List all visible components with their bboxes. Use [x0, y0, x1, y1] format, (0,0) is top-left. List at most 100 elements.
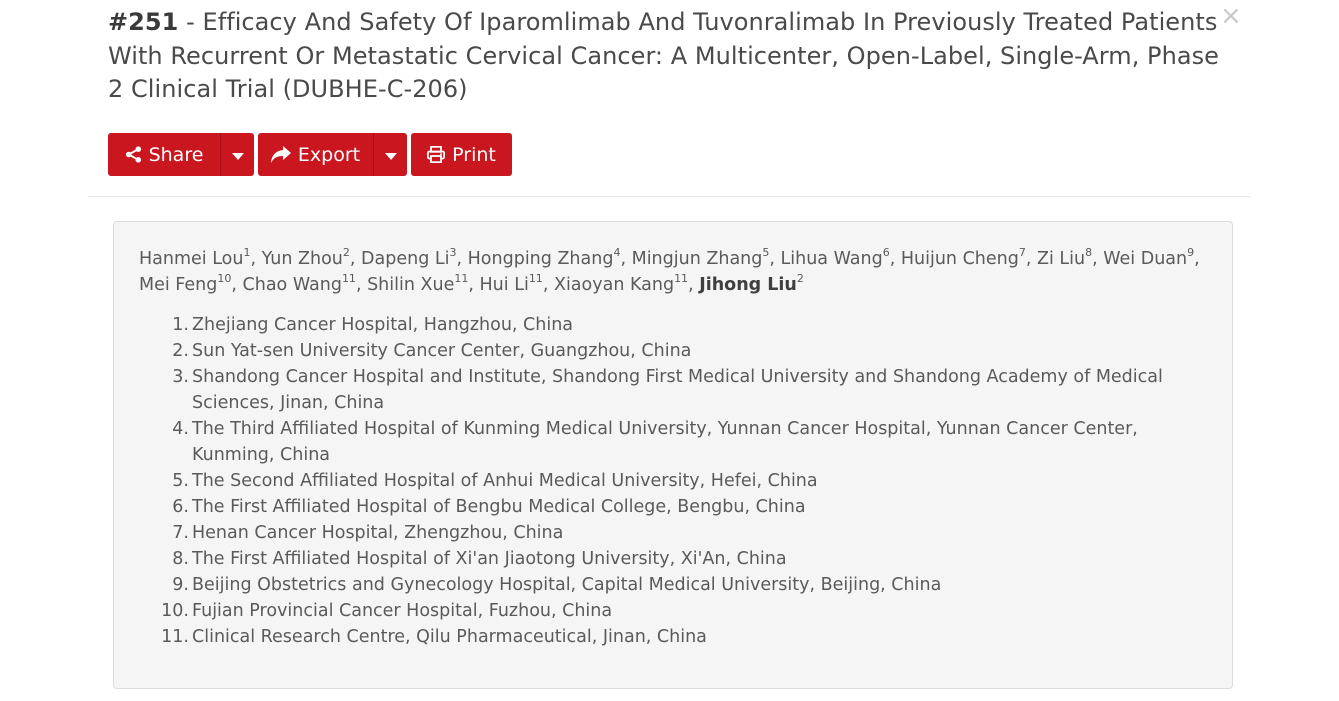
author-name: Hui Li: [479, 275, 529, 295]
author-name: Dapeng Li: [361, 249, 450, 269]
author-affiliation-ref: 9: [1187, 246, 1195, 260]
author-name: Mingjun Zhang: [631, 249, 763, 269]
share-button-label: Share: [148, 143, 204, 166]
author-name: Zi Liu: [1037, 249, 1086, 269]
abstract-number: #251: [108, 8, 179, 36]
author-entry: Zi Liu8: [1037, 246, 1093, 269]
author-name: Jihong Liu: [699, 275, 797, 295]
author-affiliation-ref: 10: [217, 272, 232, 286]
affiliation-number: 7.: [172, 523, 189, 543]
affiliation-number: 4.: [172, 419, 189, 439]
affiliation-item: 2. Sun Yat-sen University Cancer Center, …: [139, 338, 1209, 364]
author-entry: Xiaoyan Kang11: [553, 272, 689, 295]
author-list: Hanmei Lou1, Yun Zhou2, Dapeng Li3, Hong…: [139, 246, 1200, 295]
author-affiliation-ref: 8: [1085, 246, 1093, 260]
author-entry: Dapeng Li3: [361, 246, 457, 269]
share-icon: [125, 146, 142, 163]
author-affiliation-ref: 3: [449, 246, 457, 260]
caret-down-icon: [384, 144, 397, 166]
share-button[interactable]: Share: [108, 133, 220, 176]
author-affiliation-ref: 11: [674, 272, 689, 286]
author-affiliation-ref: 11: [528, 272, 543, 286]
affiliation-number: 8.: [172, 549, 189, 569]
affiliation-item: 6. The First Affiliated Hospital of Bengb…: [139, 494, 1209, 520]
affiliation-item: 11. Clinical Research Centre, Qilu Pharma…: [139, 624, 1209, 650]
author-entry: Lihua Wang6: [780, 246, 890, 269]
author-entry: Hui Li11: [479, 272, 543, 295]
affiliation-list: 1. Zhejiang Cancer Hospital, Hangzhou, Ch…: [139, 312, 1209, 650]
affiliation-number: 9.: [172, 575, 189, 595]
author-name: Hanmei Lou: [139, 249, 244, 269]
author-name: Huijun Cheng: [900, 249, 1019, 269]
author-name: Lihua Wang: [780, 249, 883, 269]
affiliation-text: Beijing Obstetrics and Gynecology Hospit…: [192, 575, 942, 595]
author-entry: Chao Wang11: [242, 272, 356, 295]
share-dropdown-toggle[interactable]: [220, 133, 254, 176]
abstract-title: #251 - Efficacy And Safety Of Iparomlima…: [108, 6, 1220, 107]
author-name: Hongping Zhang: [467, 249, 614, 269]
author-entry: Hongping Zhang4: [467, 246, 621, 269]
author-name: Chao Wang: [242, 275, 342, 295]
author-affiliation-ref: 6: [882, 246, 890, 260]
affiliation-number: 10.: [161, 601, 189, 621]
export-arrow-icon: [270, 146, 291, 163]
print-button-group: Print: [411, 133, 512, 176]
affiliation-item: 7. Henan Cancer Hospital, Zhengzhou, Chin…: [139, 520, 1209, 546]
affiliation-number: 6.: [172, 497, 189, 517]
header-divider: [88, 196, 1250, 197]
author-entry: Jihong Liu2: [699, 272, 804, 295]
close-icon[interactable]: ×: [1220, 3, 1242, 29]
author-affiliation-ref: 11: [454, 272, 469, 286]
author-entry: Mei Feng10: [139, 272, 232, 295]
author-affiliation-ref: 4: [613, 246, 621, 260]
author-entry: Hanmei Lou1: [139, 246, 251, 269]
affiliation-text: The First Affiliated Hospital of Xi'an J…: [192, 549, 787, 569]
affiliation-number: 1.: [172, 315, 189, 335]
affiliation-item: 8. The First Affiliated Hospital of Xi'an…: [139, 546, 1209, 572]
affiliation-text: The Third Affiliated Hospital of Kunming…: [192, 419, 1138, 465]
affiliation-item: 10. Fujian Provincial Cancer Hospital, Fu…: [139, 598, 1209, 624]
author-name: Xiaoyan Kang: [553, 275, 675, 295]
author-entry: Huijun Cheng7: [900, 246, 1026, 269]
affiliation-item: 1. Zhejiang Cancer Hospital, Hangzhou, Ch…: [139, 312, 1209, 338]
export-button-label: Export: [297, 143, 361, 166]
affiliation-item: 9. Beijing Obstetrics and Gynecology Hosp…: [139, 572, 1209, 598]
author-affiliation-ref: 2: [796, 272, 804, 286]
affiliation-text: The Second Affiliated Hospital of Anhui …: [192, 471, 818, 491]
affiliation-number: 2.: [172, 341, 189, 361]
print-button[interactable]: Print: [411, 133, 512, 176]
author-entry: Yun Zhou2: [262, 246, 350, 269]
authors-panel: Hanmei Lou1, Yun Zhou2, Dapeng Li3, Hong…: [113, 221, 1233, 689]
affiliation-text: Henan Cancer Hospital, Zhengzhou, China: [192, 523, 564, 543]
affiliation-number: 5.: [172, 471, 189, 491]
export-dropdown-toggle[interactable]: [373, 133, 407, 176]
share-button-group: Share: [108, 133, 254, 176]
affiliation-number: 11.: [161, 627, 189, 647]
print-button-label: Print: [452, 143, 496, 166]
affiliation-text: Zhejiang Cancer Hospital, Hangzhou, Chin…: [192, 315, 574, 335]
author-entry: Mingjun Zhang5: [631, 246, 770, 269]
author-affiliation-ref: 7: [1018, 246, 1026, 260]
printer-icon: [427, 146, 446, 163]
author-name: Shilin Xue: [367, 275, 455, 295]
author-affiliation-ref: 5: [762, 246, 770, 260]
affiliation-text: Fujian Provincial Cancer Hospital, Fuzho…: [192, 601, 613, 621]
affiliation-text: Sun Yat-sen University Cancer Center, Gu…: [192, 341, 692, 361]
author-affiliation-ref: 2: [342, 246, 350, 260]
affiliation-item: 4. The Third Affiliated Hospital of Kunmi…: [139, 416, 1209, 468]
abstract-title-text: - Efficacy And Safety Of Iparomlimab And…: [108, 8, 1219, 103]
affiliation-number: 3.: [172, 367, 189, 387]
caret-down-icon: [231, 144, 244, 166]
affiliation-text: The First Affiliated Hospital of Bengbu …: [192, 497, 806, 517]
author-entry: Wei Duan9: [1103, 246, 1195, 269]
export-button-group: Export: [258, 133, 407, 176]
author-affiliation-ref: 11: [341, 272, 356, 286]
affiliation-item: 3. Shandong Cancer Hospital and Institute…: [139, 364, 1209, 416]
affiliation-item: 5. The Second Affiliated Hospital of Anhu…: [139, 468, 1209, 494]
export-button[interactable]: Export: [258, 133, 373, 176]
affiliation-text: Clinical Research Centre, Qilu Pharmaceu…: [192, 627, 707, 647]
author-name: Mei Feng: [139, 275, 218, 295]
author-affiliation-ref: 1: [243, 246, 251, 260]
affiliation-text: Shandong Cancer Hospital and Institute, …: [192, 367, 1163, 413]
author-name: Wei Duan: [1103, 249, 1188, 269]
